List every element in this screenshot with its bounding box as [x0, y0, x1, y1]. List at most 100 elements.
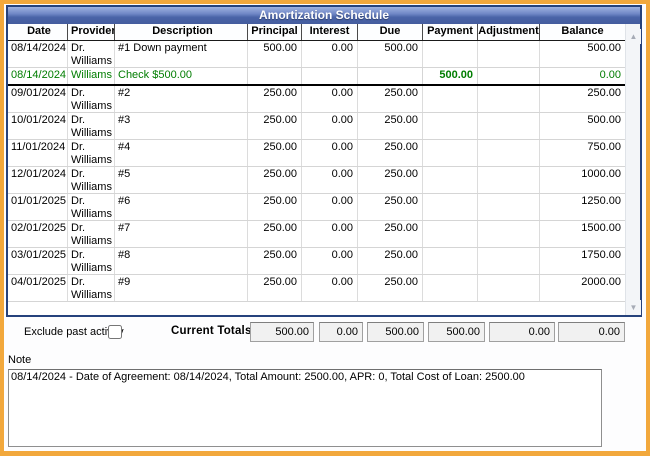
table-row[interactable]: 08/14/2024Dr. Williams#1 Down payment500… [8, 41, 625, 68]
cell-payment [423, 248, 478, 274]
table-row[interactable]: 02/01/2025Dr. Williams#7250.000.00250.00… [8, 221, 625, 248]
current-total-box: 500.00 [428, 322, 485, 342]
cell-date: 11/01/2024 [8, 140, 68, 166]
cell-interest [302, 68, 358, 84]
grid-body: 08/14/2024Dr. Williams#1 Down payment500… [8, 41, 625, 315]
cell-provider: Dr. Williams [68, 113, 115, 139]
cell-adjustment [478, 221, 540, 247]
cell-interest: 0.00 [302, 41, 358, 67]
cell-due: 250.00 [358, 275, 423, 301]
table-row[interactable]: 01/01/2025Dr. Williams#6250.000.00250.00… [8, 194, 625, 221]
cell-adjustment [478, 140, 540, 166]
cell-due: 250.00 [358, 221, 423, 247]
cell-date: 01/01/2025 [8, 194, 68, 220]
cell-payment [423, 140, 478, 166]
cell-provider: Dr. Williams [68, 41, 115, 67]
arrow-up-icon: ▲ [630, 32, 638, 41]
cell-description: #1 Down payment [115, 41, 248, 67]
table-row[interactable]: 08/14/2024WilliamsCheck $500.00500.000.0… [8, 68, 625, 86]
cell-date: 09/01/2024 [8, 86, 68, 112]
cell-provider: Dr. Williams [68, 86, 115, 112]
cell-adjustment [478, 41, 540, 67]
grid-header-row: DateProviderDescriptionPrincipalInterest… [8, 24, 640, 41]
cell-description: #8 [115, 248, 248, 274]
cell-adjustment [478, 68, 540, 84]
cell-date: 08/14/2024 [8, 41, 68, 67]
cell-payment [423, 41, 478, 67]
column-header-description: Description [115, 24, 248, 40]
cell-provider: Dr. Williams [68, 194, 115, 220]
vertical-scrollbar[interactable]: ▲ ▼ [625, 24, 640, 315]
cell-due: 250.00 [358, 167, 423, 193]
cell-adjustment [478, 167, 540, 193]
table-row[interactable]: 09/01/2024Dr. Williams#2250.000.00250.00… [8, 86, 625, 113]
column-header-date: Date [8, 24, 68, 40]
cell-date: 02/01/2025 [8, 221, 68, 247]
column-header-adjustment: Adjustment [478, 24, 540, 40]
cell-balance: 1500.00 [540, 221, 625, 247]
cell-provider: Dr. Williams [68, 167, 115, 193]
column-header-principal: Principal [248, 24, 302, 40]
cell-provider: Dr. Williams [68, 275, 115, 301]
cell-provider: Dr. Williams [68, 221, 115, 247]
cell-description: #3 [115, 113, 248, 139]
table-row[interactable]: 03/01/2025Dr. Williams#8250.000.00250.00… [8, 248, 625, 275]
cell-principal: 250.00 [248, 221, 302, 247]
note-textarea[interactable]: 08/14/2024 - Date of Agreement: 08/14/20… [8, 369, 602, 447]
table-row[interactable]: 12/01/2024Dr. Williams#5250.000.00250.00… [8, 167, 625, 194]
cell-principal: 250.00 [248, 167, 302, 193]
cell-date: 10/01/2024 [8, 113, 68, 139]
cell-principal: 250.00 [248, 194, 302, 220]
grid-title: Amortization Schedule [8, 7, 640, 24]
table-row[interactable]: 10/01/2024Dr. Williams#3250.000.00250.00… [8, 113, 625, 140]
cell-payment [423, 113, 478, 139]
cell-date: 04/01/2025 [8, 275, 68, 301]
cell-due: 250.00 [358, 194, 423, 220]
cell-adjustment [478, 86, 540, 112]
note-label: Note [8, 354, 31, 366]
cell-balance: 1250.00 [540, 194, 625, 220]
cell-payment [423, 221, 478, 247]
cell-principal: 250.00 [248, 275, 302, 301]
table-row[interactable]: 04/01/2025Dr. Williams#9250.000.00250.00… [8, 275, 625, 302]
current-total-box: 0.00 [489, 322, 555, 342]
scroll-up-button[interactable]: ▲ [626, 29, 641, 44]
cell-adjustment [478, 275, 540, 301]
cell-payment [423, 167, 478, 193]
cell-principal: 500.00 [248, 41, 302, 67]
column-header-payment: Payment [423, 24, 478, 40]
column-header-due: Due [358, 24, 423, 40]
cell-balance: 500.00 [540, 113, 625, 139]
amortization-schedule-dialog: Amortization Schedule DateProviderDescri… [0, 0, 650, 456]
cell-interest: 0.00 [302, 221, 358, 247]
cell-description: #6 [115, 194, 248, 220]
cell-description: #7 [115, 221, 248, 247]
table-row[interactable]: 11/01/2024Dr. Williams#4250.000.00250.00… [8, 140, 625, 167]
cell-interest: 0.00 [302, 167, 358, 193]
cell-balance: 1750.00 [540, 248, 625, 274]
cell-adjustment [478, 194, 540, 220]
cell-payment [423, 275, 478, 301]
cell-description: #9 [115, 275, 248, 301]
cell-description: #2 [115, 86, 248, 112]
cell-description: Check $500.00 [115, 68, 248, 84]
schedule-grid: Amortization Schedule DateProviderDescri… [6, 5, 642, 317]
cell-due: 250.00 [358, 248, 423, 274]
exclude-past-activity-checkbox[interactable] [108, 325, 122, 339]
current-totals-label: Current Totals [171, 325, 252, 337]
current-total-box: 500.00 [250, 322, 314, 342]
cell-provider: Dr. Williams [68, 248, 115, 274]
cell-interest: 0.00 [302, 113, 358, 139]
cell-due: 500.00 [358, 41, 423, 67]
cell-principal: 250.00 [248, 140, 302, 166]
cell-date: 03/01/2025 [8, 248, 68, 274]
cell-payment [423, 194, 478, 220]
current-total-box: 500.00 [367, 322, 424, 342]
cell-provider: Dr. Williams [68, 140, 115, 166]
scroll-down-button[interactable]: ▼ [626, 300, 641, 315]
cell-due: 250.00 [358, 86, 423, 112]
cell-interest: 0.00 [302, 194, 358, 220]
cell-balance: 2000.00 [540, 275, 625, 301]
cell-interest: 0.00 [302, 275, 358, 301]
current-total-box: 0.00 [558, 322, 625, 342]
